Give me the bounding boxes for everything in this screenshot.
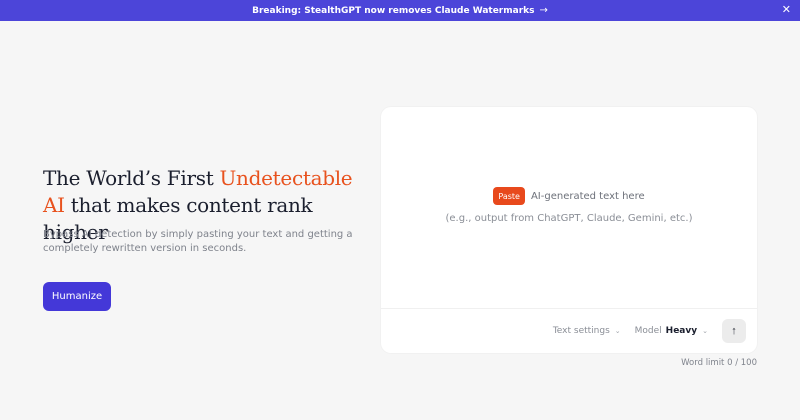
model-value: Heavy: [665, 326, 698, 336]
close-icon[interactable]: ✕: [782, 4, 791, 16]
word-limit: Word limit 0 / 100: [681, 358, 757, 368]
humanize-button[interactable]: Humanize: [43, 282, 111, 311]
announcement-banner[interactable]: Breaking: StealthGPT now removes Claude …: [0, 0, 800, 21]
editor-hint: (e.g., output from ChatGPT, Claude, Gemi…: [445, 213, 693, 224]
chevron-down-icon: ⌄: [614, 327, 621, 335]
chevron-down-icon: ⌄: [702, 327, 708, 335]
arrow-up-icon: ↑: [731, 325, 737, 337]
editor-placeholder: AI-generated text here: [530, 190, 645, 202]
model-dropdown[interactable]: Model Heavy ⌄: [635, 326, 708, 336]
editor-divider: [381, 308, 757, 309]
editor-card[interactable]: Paste AI-generated text here (e.g., outp…: [381, 107, 757, 353]
editor-prompt: Paste AI-generated text here: [381, 187, 757, 205]
text-settings-dropdown[interactable]: Text settings ⌄: [553, 326, 621, 336]
hero-subtitle: Bypass AI detection by simply pasting yo…: [43, 229, 353, 254]
banner-text[interactable]: Breaking: StealthGPT now removes Claude …: [252, 6, 534, 16]
paste-button[interactable]: Paste: [493, 187, 525, 205]
send-button[interactable]: ↑: [722, 319, 746, 343]
hero-title-part1: The World’s First: [43, 166, 220, 190]
editor-toolbar: Text settings ⌄ Model Heavy ⌄ ↑: [553, 319, 746, 343]
arrow-right-icon[interactable]: →: [539, 5, 547, 16]
model-label: Model: [634, 326, 662, 336]
text-settings-label: Text settings: [552, 326, 610, 336]
